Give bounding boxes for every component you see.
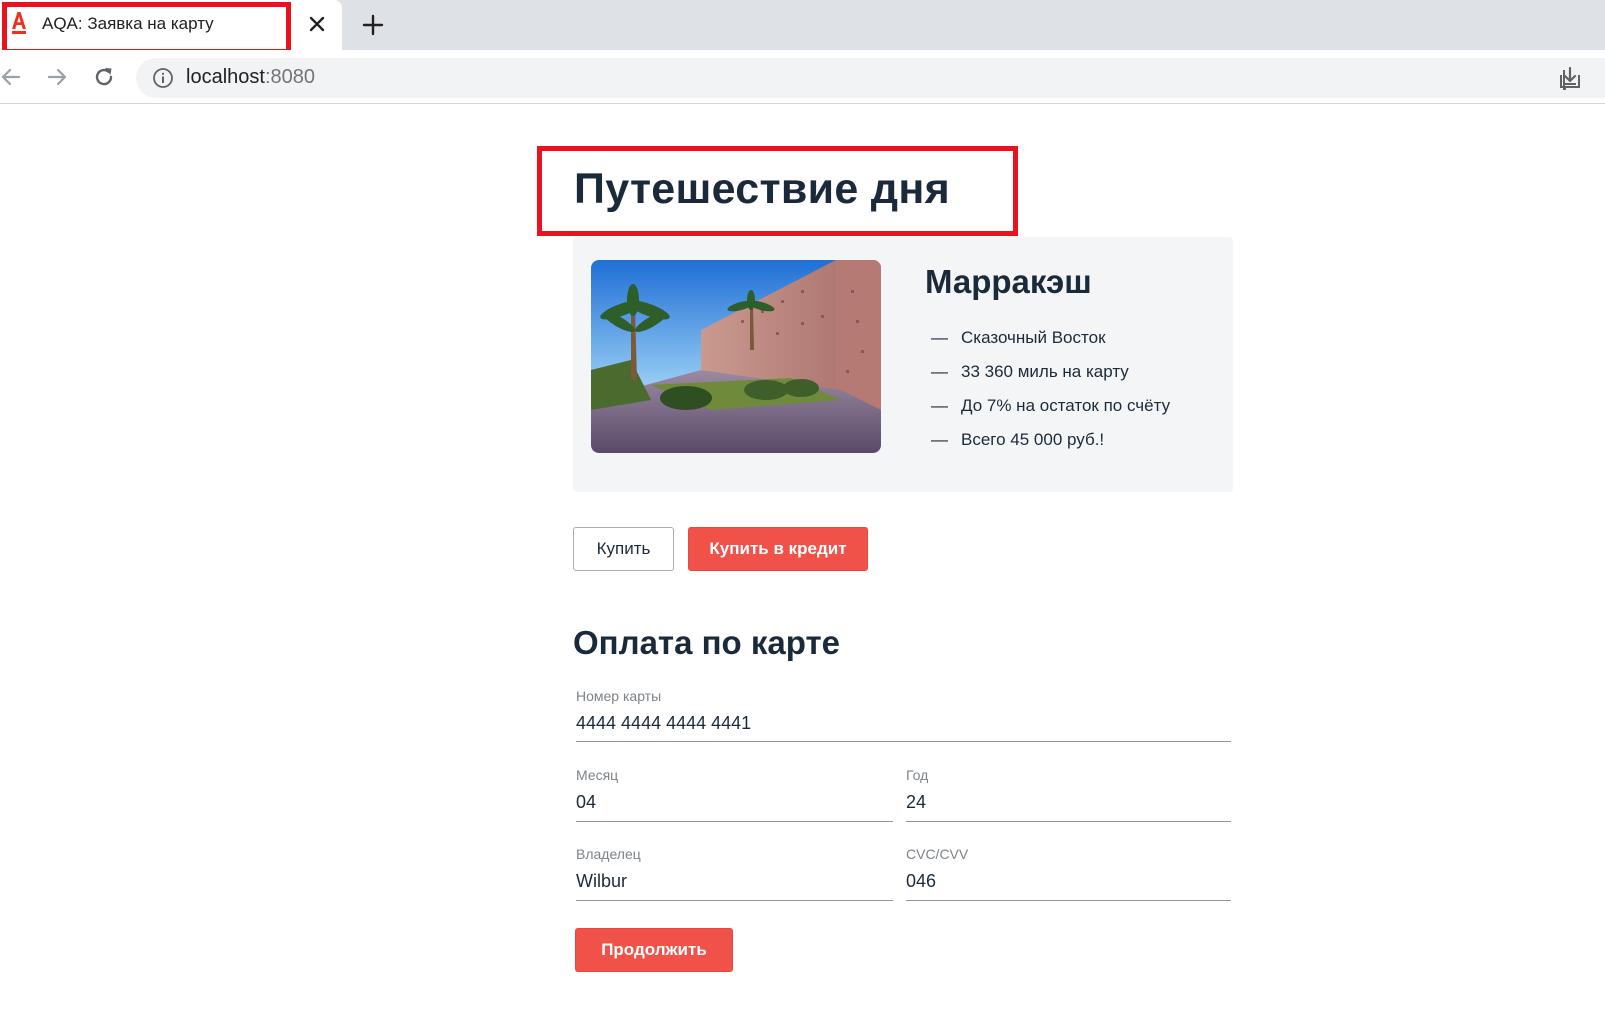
- url-host: localhost: [186, 66, 265, 88]
- card-number-input[interactable]: [576, 708, 1231, 738]
- year-field[interactable]: Год: [906, 767, 1231, 822]
- owner-input[interactable]: [576, 866, 893, 896]
- continue-button[interactable]: Продолжить: [575, 928, 733, 972]
- month-field[interactable]: Месяц: [576, 767, 893, 822]
- trip-card: Марракэш — Сказочный Восток —33 360 миль …: [573, 237, 1233, 492]
- browser-tab-bar: AQA: Заявка на карту: [0, 0, 1605, 54]
- forward-arrow-icon[interactable]: [44, 64, 70, 90]
- page-title-highlight-box: Путешествие дня: [537, 146, 1018, 236]
- card-title: Марракэш: [925, 263, 1092, 300]
- browser-tab[interactable]: AQA: Заявка на карту: [0, 0, 342, 50]
- plus-icon[interactable]: [360, 12, 386, 38]
- card-number-field[interactable]: Номер карты: [576, 688, 1231, 742]
- back-arrow-icon[interactable]: [0, 64, 24, 90]
- buy-button[interactable]: Купить: [573, 527, 674, 571]
- cvc-label: CVC/CVV: [906, 846, 969, 862]
- tab-title: AQA: Заявка на карту: [42, 14, 214, 33]
- features-list: — Сказочный Восток —33 360 миль на карту …: [931, 327, 1170, 463]
- toolbar-overflow-edge: [1563, 70, 1566, 90]
- year-input[interactable]: [906, 787, 1231, 817]
- list-item: — Сказочный Восток: [931, 328, 1106, 347]
- card-number-label: Номер карты: [576, 688, 662, 704]
- owner-label: Владелец: [576, 846, 641, 862]
- cvc-input[interactable]: [906, 866, 1231, 896]
- url-port: :8080: [264, 66, 315, 88]
- list-item: — До 7% на остаток по счёту: [931, 396, 1171, 415]
- list-item: —33 360 миль на карту: [931, 362, 1129, 381]
- year-label: Год: [906, 767, 929, 783]
- month-label: Месяц: [576, 767, 619, 783]
- month-input[interactable]: [576, 787, 893, 817]
- payment-section-title: Оплата по карте: [573, 624, 840, 661]
- owner-field[interactable]: Владелец: [576, 846, 893, 901]
- buy-credit-button[interactable]: Купить в кредит: [688, 527, 868, 571]
- marrakesh-photo: [591, 260, 881, 453]
- address-bar[interactable]: localhost:8080 G: [136, 58, 1605, 98]
- page-title: Путешествие дня: [574, 165, 951, 213]
- url-text[interactable]: localhost:8080: [186, 66, 315, 89]
- reload-icon[interactable]: [91, 64, 117, 90]
- list-item: — Всего 45 000 руб.!: [931, 430, 1105, 449]
- close-icon[interactable]: [305, 12, 329, 36]
- alfa-logo-icon: [12, 12, 26, 34]
- cvc-field[interactable]: CVC/CVV: [906, 846, 1231, 901]
- install-icon[interactable]: [1557, 65, 1583, 91]
- info-icon[interactable]: [152, 67, 174, 89]
- browser-toolbar: localhost:8080 G: [0, 50, 1605, 104]
